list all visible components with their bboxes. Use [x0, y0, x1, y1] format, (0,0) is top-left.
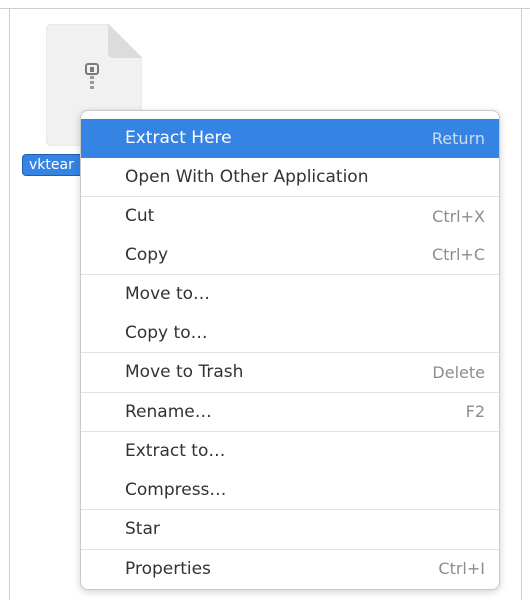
menu-item-copy[interactable]: Copy Ctrl+C — [81, 236, 499, 275]
menu-item-shortcut: F2 — [465, 402, 485, 422]
menu-item-label: Open With Other Application — [125, 166, 369, 187]
menu-item-copy-to[interactable]: Copy to… — [81, 314, 499, 353]
menu-item-shortcut: Ctrl+I — [438, 559, 485, 579]
menu-item-compress[interactable]: Compress… — [81, 471, 499, 510]
file-manager-view: vktear Extract Here Return Open With Other… — [0, 0, 530, 600]
frame-border-left — [9, 8, 10, 600]
menu-item-extract-to[interactable]: Extract to… — [81, 432, 499, 471]
menu-item-label: Rename… — [125, 401, 212, 422]
menu-item-cut[interactable]: Cut Ctrl+X — [81, 197, 499, 236]
menu-item-label: Copy — [125, 244, 169, 265]
menu-item-star[interactable]: Star — [81, 510, 499, 549]
menu-item-label: Extract to… — [125, 441, 226, 462]
menu-item-shortcut: Return — [431, 128, 485, 148]
frame-border-right — [521, 8, 522, 600]
menu-item-move-to[interactable]: Move to… — [81, 275, 499, 314]
menu-item-open-with-other-application[interactable]: Open With Other Application — [81, 158, 499, 197]
menu-item-shortcut: Ctrl+C — [431, 245, 485, 265]
menu-item-properties[interactable]: Properties Ctrl+I — [81, 550, 499, 589]
menu-item-label: Extract Here — [125, 128, 232, 149]
menu-item-shortcut: Delete — [432, 362, 485, 382]
menu-item-label: Properties — [125, 558, 211, 579]
context-menu: Extract Here Return Open With Other Applic… — [80, 110, 500, 590]
menu-item-label: Cut — [125, 206, 155, 227]
menu-item-label: Star — [125, 519, 160, 540]
menu-item-shortcut: Ctrl+X — [432, 206, 485, 226]
file-name-label[interactable]: vktear — [22, 154, 86, 176]
menu-item-label: Move to Trash — [125, 362, 244, 383]
menu-item-label: Copy to… — [125, 322, 208, 343]
frame-border-top — [0, 8, 530, 9]
menu-item-label: Move to… — [125, 284, 211, 305]
menu-item-label: Compress… — [125, 479, 227, 500]
menu-item-rename[interactable]: Rename… F2 — [81, 393, 499, 432]
menu-item-extract-here[interactable]: Extract Here Return — [81, 119, 499, 158]
menu-item-move-to-trash[interactable]: Move to Trash Delete — [81, 353, 499, 392]
